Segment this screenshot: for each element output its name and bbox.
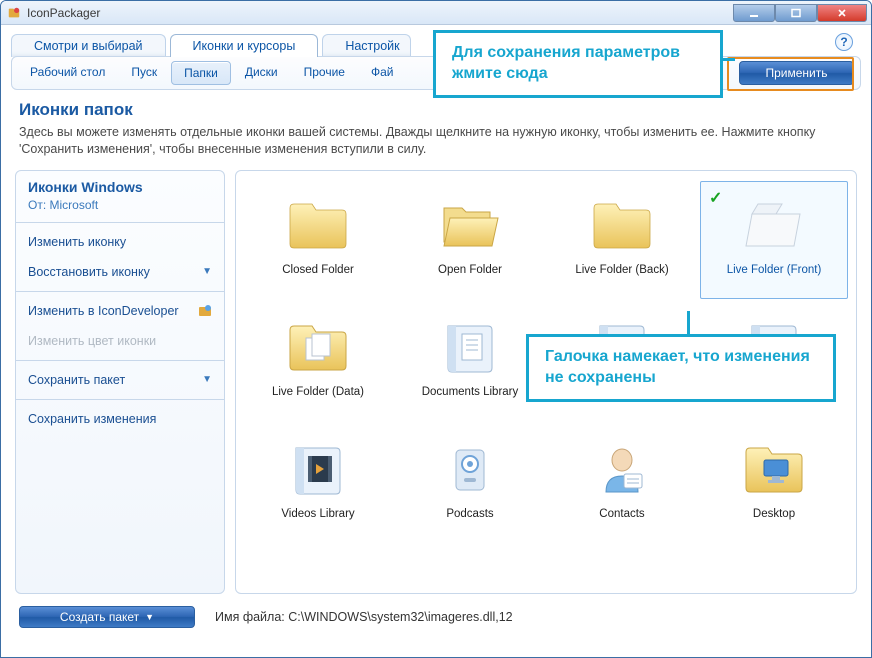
icon-label: Documents Library: [422, 386, 519, 400]
callout-connector: [721, 58, 735, 61]
icon-label: Live Folder (Data): [272, 386, 364, 400]
window-title: IconPackager: [27, 6, 733, 20]
file-path: Имя файла: C:\WINDOWS\system32\imageres.…: [215, 610, 513, 624]
icon-label: Live Folder (Front): [727, 264, 822, 278]
callout-connector: [687, 311, 690, 335]
icon-doc-library: [432, 310, 508, 382]
chevron-down-icon: ▼: [202, 266, 212, 277]
icon-label: Open Folder: [438, 264, 502, 278]
icon-live-front: [736, 188, 812, 260]
section-description: Здесь вы можете изменять отдельные иконк…: [19, 124, 853, 158]
tab-look[interactable]: Смотри и выбирай: [11, 34, 166, 57]
icon-label: Podcasts: [446, 508, 493, 522]
icon-videos-library: [280, 432, 356, 504]
icon-podcast: [432, 432, 508, 504]
icon-cell-contacts[interactable]: Contacts: [548, 425, 696, 543]
icon-desktop: [736, 432, 812, 504]
subtab-start[interactable]: Пуск: [119, 61, 169, 85]
subtab-other[interactable]: Прочие: [292, 61, 357, 85]
icon-cell-desktop[interactable]: Desktop: [700, 425, 848, 543]
sidebar-title: Иконки Windows: [28, 179, 212, 195]
icon-label: Closed Folder: [282, 264, 354, 278]
icon-label: Live Folder (Back): [575, 264, 668, 278]
icon-label: Desktop: [753, 508, 795, 522]
chevron-down-icon: ▼: [202, 374, 212, 385]
icon-folder-open: [432, 188, 508, 260]
icon-cell-folder-closed[interactable]: Live Folder (Back): [548, 181, 696, 299]
sidebar-change-icon[interactable]: Изменить иконку: [16, 227, 224, 257]
window-minimize-button[interactable]: [733, 4, 775, 22]
icon-cell-videos-library[interactable]: Videos Library: [244, 425, 392, 543]
icon-cell-doc-library[interactable]: Documents Library: [396, 303, 544, 421]
help-icon[interactable]: ?: [835, 33, 853, 51]
callout-checkmark: Галочка намекает, что изменения не сохра…: [526, 334, 836, 402]
icondev-icon: [198, 304, 212, 318]
icon-cell-folder-open[interactable]: Open Folder: [396, 181, 544, 299]
titlebar: IconPackager: [1, 1, 871, 25]
icon-folder-docs: [280, 310, 356, 382]
icon-label: Videos Library: [281, 508, 354, 522]
icon-cell-podcast[interactable]: Podcasts: [396, 425, 544, 543]
sidebar-change-color: Изменить цвет иконки: [16, 326, 224, 356]
apply-button[interactable]: Применить: [739, 61, 854, 85]
sidebar-save-changes[interactable]: Сохранить изменения: [16, 404, 224, 434]
chevron-down-icon: ▼: [145, 612, 154, 622]
create-package-button[interactable]: Создать пакет▼: [19, 606, 195, 628]
window-close-button[interactable]: [817, 4, 867, 22]
subtab-files-cut[interactable]: Фай: [359, 61, 398, 85]
tab-icons[interactable]: Иконки и курсоры: [170, 34, 319, 57]
subtab-folders[interactable]: Папки: [171, 61, 231, 85]
icon-cell-live-front[interactable]: ✓ Live Folder (Front): [700, 181, 848, 299]
section-title: Иконки папок: [19, 100, 853, 120]
sidebar-save-package[interactable]: Сохранить пакет▼: [16, 365, 224, 395]
icon-cell-folder-closed[interactable]: Closed Folder: [244, 181, 392, 299]
sidebar-restore-icon[interactable]: Восстановить иконку▼: [16, 257, 224, 287]
subtab-disks[interactable]: Диски: [233, 61, 290, 85]
icon-cell-folder-docs[interactable]: Live Folder (Data): [244, 303, 392, 421]
app-icon: [7, 6, 21, 20]
sidebar-subtitle: От: Microsoft: [28, 198, 212, 212]
icon-label: Contacts: [599, 508, 644, 522]
tab-settings[interactable]: Настройк: [322, 34, 410, 57]
icon-folder-closed: [584, 188, 660, 260]
subtab-desktop[interactable]: Рабочий стол: [18, 61, 117, 85]
callout-apply: Для сохранения параметров жмите сюда: [433, 30, 723, 98]
sidebar-icondeveloper[interactable]: Изменить в IconDeveloper: [16, 296, 224, 326]
icon-folder-closed: [280, 188, 356, 260]
changed-check-icon: ✓: [709, 188, 722, 208]
icon-contacts: [584, 432, 660, 504]
window-maximize-button[interactable]: [775, 4, 817, 22]
sidebar: Иконки Windows От: Microsoft Изменить ик…: [15, 170, 225, 594]
